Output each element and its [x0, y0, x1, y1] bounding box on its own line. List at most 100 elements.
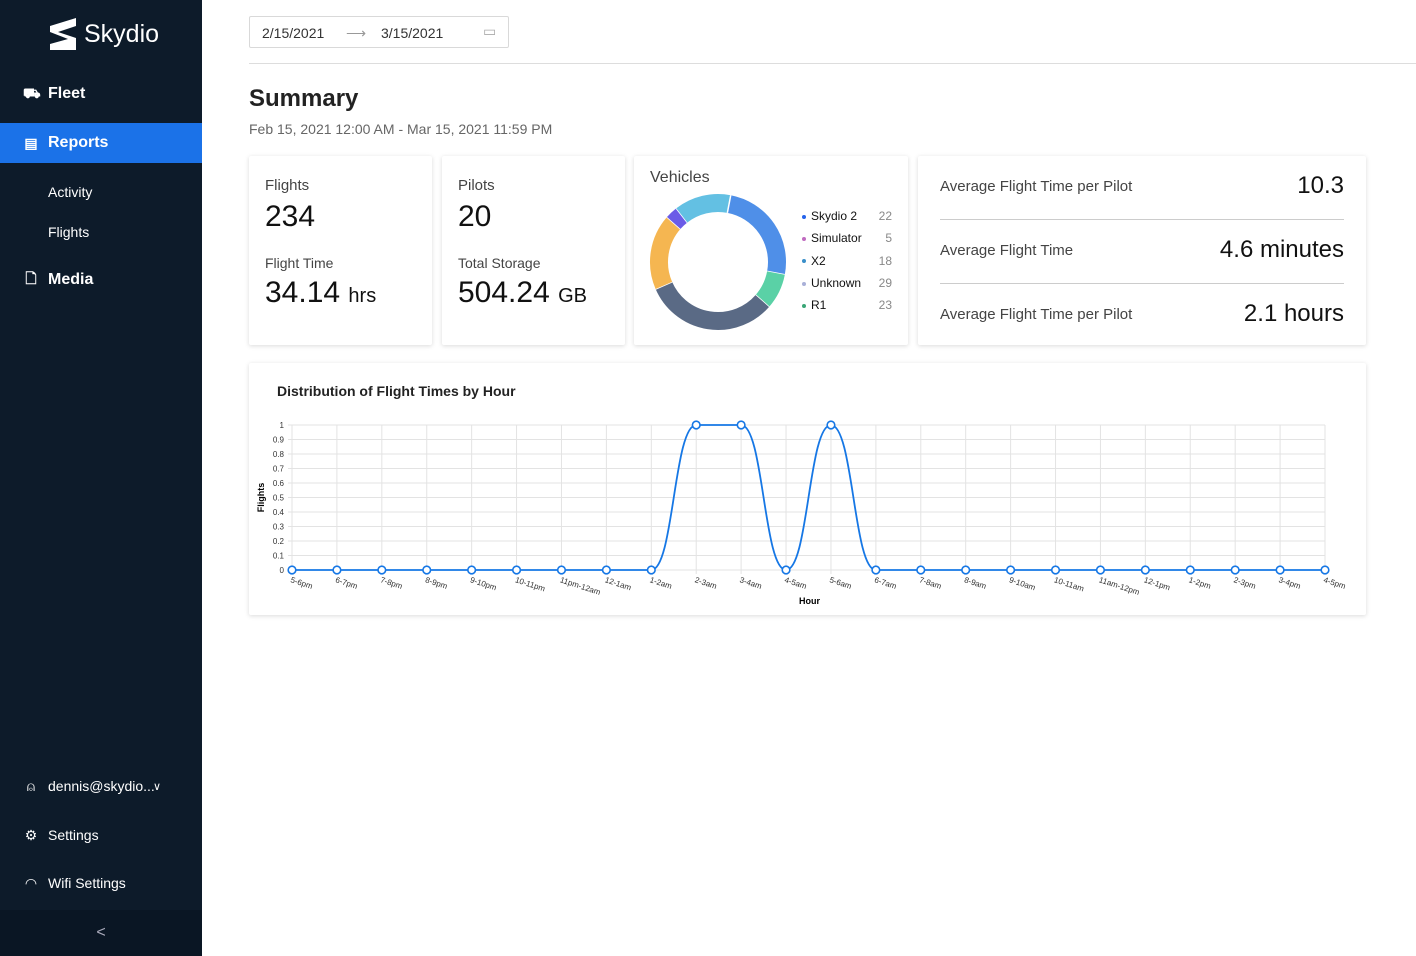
- data-point[interactable]: [961, 565, 971, 575]
- x-axis-label: Hour: [799, 596, 820, 606]
- sidebar-item-wifi[interactable]: ◠ Wifi Settings: [0, 868, 202, 898]
- legend-value: 29: [878, 275, 892, 290]
- end-date[interactable]: 3/15/2021: [381, 25, 443, 41]
- x-tick-label: 2-3am: [694, 575, 719, 591]
- data-point[interactable]: [1275, 565, 1285, 575]
- y-tick-label: 0.7: [273, 465, 285, 474]
- data-point[interactable]: [871, 565, 881, 575]
- avg-row: Average Flight Time 4.6 minutes: [940, 220, 1344, 284]
- sidebar-item-reports[interactable]: ▤ Reports: [0, 123, 202, 163]
- data-point[interactable]: [556, 565, 567, 575]
- flight-distribution-chart: 0 0.1 0.2 0.3 0.4 0.5 0.6 0.7 0.8 0.9 1 5-6pm 6-7pm 7…: [256, 420, 1347, 606]
- legend-item: Simulator 5: [802, 231, 892, 245]
- data-point[interactable]: [377, 565, 387, 575]
- donut-segment[interactable]: [676, 194, 731, 223]
- chevron-down-icon: ∨: [153, 780, 162, 793]
- donut-segment[interactable]: [755, 270, 785, 307]
- date-range-picker[interactable]: 2/15/2021 ⟶ 3/15/2021 ▭: [249, 16, 509, 48]
- data-point[interactable]: [1006, 565, 1016, 575]
- data-point[interactable]: [1185, 565, 1195, 575]
- legend-item: Unknown 29: [802, 276, 892, 290]
- data-point[interactable]: [916, 565, 926, 575]
- sidebar-item-settings[interactable]: ⚙ Settings: [0, 820, 202, 850]
- donut-segment[interactable]: [655, 281, 770, 330]
- gear-icon: ⚙: [24, 826, 38, 843]
- skydio-logo-icon: [50, 18, 76, 50]
- x-tick-label: 4-5am: [783, 575, 808, 591]
- y-tick-label: 0.4: [273, 508, 285, 517]
- sidebar-item-flights[interactable]: Flights: [0, 217, 202, 247]
- avg-value: 10.3: [1297, 172, 1344, 199]
- logo[interactable]: Skydio: [48, 18, 159, 50]
- legend-value: 5: [885, 231, 892, 246]
- data-point[interactable]: [1140, 565, 1150, 575]
- legend-name: Simulator: [811, 231, 862, 246]
- start-date[interactable]: 2/15/2021: [262, 25, 324, 41]
- x-tick-label: 5-6am: [828, 575, 853, 591]
- collapse-sidebar-button[interactable]: <: [0, 910, 202, 956]
- legend-item: R1 23: [802, 298, 892, 312]
- data-point[interactable]: [646, 565, 656, 575]
- brand-name: Skydio: [84, 19, 160, 48]
- donut-segment[interactable]: [726, 195, 786, 275]
- data-point[interactable]: [332, 565, 342, 575]
- label: Flights: [48, 224, 90, 240]
- x-tick-label: 6-7pm: [334, 575, 359, 591]
- legend-item: Skydio 2 22: [802, 209, 892, 223]
- user-menu[interactable]: ⍝ dennis@skydio... ∨: [0, 771, 202, 801]
- y-tick-label: 0.8: [273, 450, 285, 459]
- label: Settings: [48, 827, 99, 843]
- pilots-card: Pilots 20 Total Storage 504.24 GB: [442, 156, 625, 345]
- data-point[interactable]: [781, 565, 791, 575]
- donut-segment[interactable]: [650, 217, 681, 290]
- data-point[interactable]: [1050, 565, 1061, 575]
- legend-item: X2 18: [802, 254, 892, 268]
- donut-segment[interactable]: [666, 208, 688, 230]
- report-icon: ▤: [24, 134, 38, 151]
- sidebar-item-activity[interactable]: Activity: [0, 177, 202, 207]
- data-point[interactable]: [601, 565, 611, 575]
- sidebar-item-fleet[interactable]: ⛟ Fleet: [0, 74, 202, 114]
- data-point[interactable]: [826, 420, 836, 430]
- vehicles-donut: [650, 194, 786, 330]
- sidebar: Skydio ⛟ Fleet ▤ Reports Activity Flights …: [0, 0, 202, 956]
- averages-card: Average Flight Time per Pilot 10.3 Averag…: [918, 156, 1366, 345]
- x-tick-label: 8-9pm: [424, 575, 449, 591]
- y-tick-label: 0.1: [273, 552, 285, 561]
- x-tick-label: 7-8am: [918, 575, 943, 591]
- y-tick-label: 0.6: [273, 479, 285, 488]
- pilots-label: Pilots: [458, 177, 495, 194]
- data-point[interactable]: [736, 420, 746, 430]
- y-axis-label: Flights: [256, 483, 266, 513]
- label: Activity: [48, 184, 93, 200]
- x-tick-label: 9-10am: [1008, 575, 1037, 592]
- data-point[interactable]: [1320, 565, 1330, 575]
- legend-dot: [802, 214, 806, 219]
- data-point[interactable]: [467, 565, 477, 575]
- y-tick-label: 0.9: [273, 436, 285, 445]
- data-point[interactable]: [287, 565, 297, 575]
- x-tick-label: 1-2am: [649, 575, 674, 591]
- y-tick-label: 0: [280, 566, 285, 575]
- storage-label: Total Storage: [458, 255, 541, 271]
- data-point[interactable]: [1095, 565, 1106, 575]
- x-tick-label: 12-1am: [604, 575, 633, 592]
- x-tick-label: 9-10pm: [469, 575, 498, 592]
- avg-label: Average Flight Time per Pilot: [940, 178, 1133, 195]
- label: Media: [48, 271, 94, 288]
- x-tick-label: 2-3pm: [1233, 575, 1258, 591]
- data-point[interactable]: [422, 565, 432, 575]
- legend-name: Unknown: [811, 275, 862, 290]
- label: Reports: [48, 134, 109, 151]
- vehicles-card: Vehicles Skydio 2 22 Simulator 5 X2 18 Unknown…: [634, 156, 908, 345]
- wifi-icon: ◠: [24, 874, 38, 891]
- data-point[interactable]: [511, 565, 522, 575]
- sidebar-item-media[interactable]: 🗋 Media: [0, 260, 202, 300]
- x-tick-label: 4-5pm: [1322, 575, 1347, 591]
- data-point[interactable]: [691, 420, 701, 430]
- legend-dot: [802, 281, 806, 286]
- x-tick-label: 3-4am: [739, 575, 764, 591]
- x-tick-label: 10-11am: [1053, 575, 1086, 593]
- data-point[interactable]: [1230, 565, 1240, 575]
- file-icon: 🗋: [25, 270, 37, 286]
